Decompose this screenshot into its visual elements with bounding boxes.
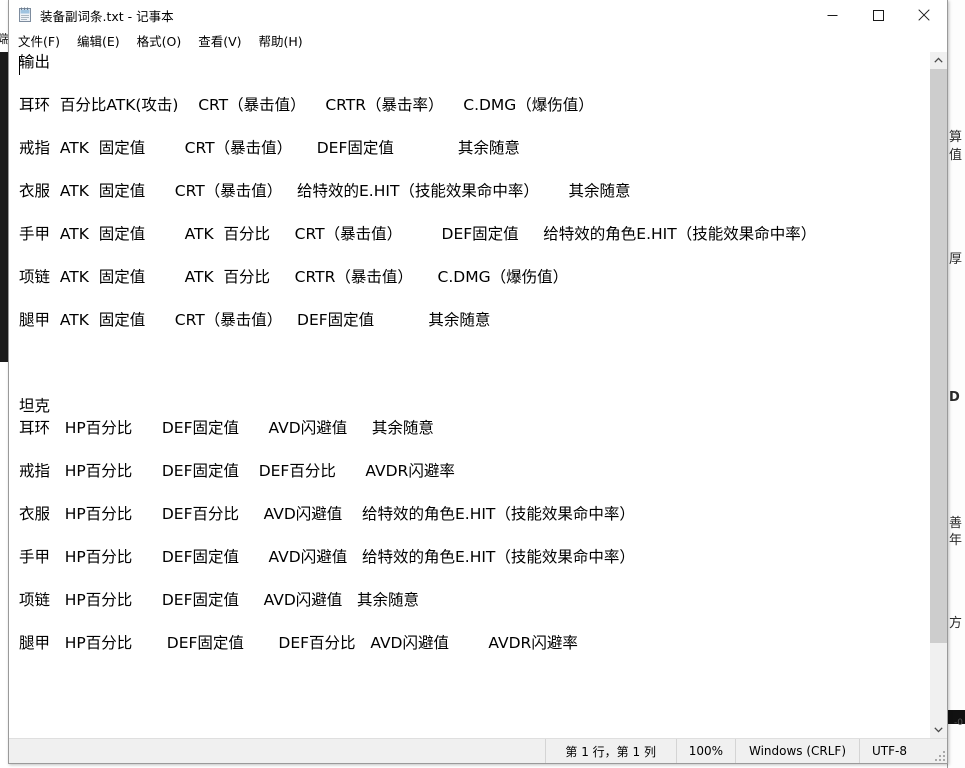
background-right-glyph: 善 — [949, 516, 963, 531]
menu-item-view[interactable]: 查看(V) — [198, 29, 250, 52]
document-line: 坦克 — [19, 397, 51, 415]
status-line-ending[interactable]: Windows (CRLF) — [735, 739, 859, 763]
minimize-button[interactable] — [809, 0, 855, 30]
document-line: 输出 — [19, 53, 51, 71]
document-line: 戒指 ATK 固定值 CRT（暴击值） DEF固定值 其余随意 — [19, 139, 520, 157]
window-controls — [809, 0, 947, 30]
background-right-marker: -0 — [954, 718, 963, 728]
menu-item-file[interactable]: 文件(F) — [18, 29, 69, 52]
scrollbar-track[interactable] — [930, 69, 947, 721]
resize-grip[interactable] — [933, 749, 945, 761]
menu-item-help[interactable]: 帮助(H) — [259, 29, 312, 52]
menu-bar: 文件(F) 编辑(E) 格式(O) 查看(V) 帮助(H) — [9, 30, 947, 51]
scroll-down-button[interactable] — [930, 721, 947, 738]
notepad-window: 装备副词条.txt - 记事本 文件(F) 编辑(E) 格式(O) 查看(V) … — [8, 0, 948, 764]
document-line: 手甲 HP百分比 DEF固定值 AVD闪避值 给特效的角色E.HIT（技能效果命… — [19, 547, 635, 566]
document-line: 衣服 HP百分比 DEF百分比 AVD闪避值 给特效的角色E.HIT（技能效果命… — [19, 504, 635, 523]
document-line: 腿甲 ATK 固定值 CRT（暴击值） DEF固定值 其余随意 — [19, 311, 491, 329]
background-right-glyph: 算 — [949, 130, 963, 145]
scroll-up-button[interactable] — [930, 52, 947, 69]
title-bar[interactable]: 装备副词条.txt - 记事本 — [9, 0, 947, 30]
text-editor[interactable]: 输出 耳环 百分比ATK(攻击) CRT（暴击值） CRTR（暴击率） C.DM… — [9, 52, 929, 738]
document-content: 输出 耳环 百分比ATK(攻击) CRT（暴击值） CRTR（暴击率） C.DM… — [19, 52, 929, 654]
document-line: 项链 HP百分比 DEF固定值 AVD闪避值 其余随意 — [19, 590, 420, 609]
text-caret — [19, 56, 20, 75]
window-title: 装备副词条.txt - 记事本 — [40, 8, 174, 24]
background-right-glyph: 值 — [949, 148, 963, 163]
document-line: 衣服 ATK 固定值 CRT（暴击值） 给特效的E.HIT（技能效果命中率） 其… — [19, 182, 631, 200]
maximize-icon — [872, 9, 884, 21]
scrollbar-thumb[interactable] — [930, 69, 947, 643]
background-right-glyph: 厚 — [949, 252, 963, 267]
minimize-icon — [827, 14, 837, 16]
document-line: 耳环 HP百分比 DEF固定值 AVD闪避值 其余随意 — [19, 418, 434, 437]
background-window-right: 算 值 厚 D 善 年 方 -0 — [947, 0, 965, 768]
status-bar: 第 1 行，第 1 列 100% Windows (CRLF) UTF-8 — [9, 738, 947, 763]
background-right-glyph: D — [949, 390, 960, 405]
vertical-scrollbar[interactable] — [929, 52, 947, 738]
document-line: 腿甲 HP百分比 DEF固定值 DEF百分比 AVD闪避值 AVDR闪避率 — [19, 633, 578, 652]
document-line: 戒指 HP百分比 DEF固定值 DEF百分比 AVDR闪避率 — [19, 461, 455, 480]
notepad-icon — [17, 7, 33, 23]
status-zoom-level[interactable]: 100% — [675, 739, 735, 763]
chevron-down-icon — [934, 727, 943, 733]
document-line: 手甲 ATK 固定值 ATK 百分比 CRT（暴击值） DEF固定值 给特效的角… — [19, 225, 817, 243]
close-button[interactable] — [901, 0, 947, 30]
chevron-up-icon — [934, 57, 943, 63]
background-right-glyph: 年 — [949, 533, 963, 548]
document-line: 耳环 百分比ATK(攻击) CRT（暴击值） CRTR（暴击率） C.DMG（爆… — [19, 96, 594, 114]
menu-item-edit[interactable]: 编辑(E) — [77, 29, 129, 52]
status-cursor-position: 第 1 行，第 1 列 — [544, 739, 676, 763]
editor-region: 输出 耳环 百分比ATK(攻击) CRT（暴击值） CRTR（暴击率） C.DM… — [9, 51, 947, 738]
maximize-button[interactable] — [855, 0, 901, 30]
background-right-glyph: 方 — [949, 616, 963, 631]
document-line: 项链 ATK 固定值 ATK 百分比 CRTR（暴击值） C.DMG（爆伤值） — [19, 268, 569, 286]
menu-item-format[interactable]: 格式(O) — [137, 29, 191, 52]
close-icon — [918, 9, 930, 21]
